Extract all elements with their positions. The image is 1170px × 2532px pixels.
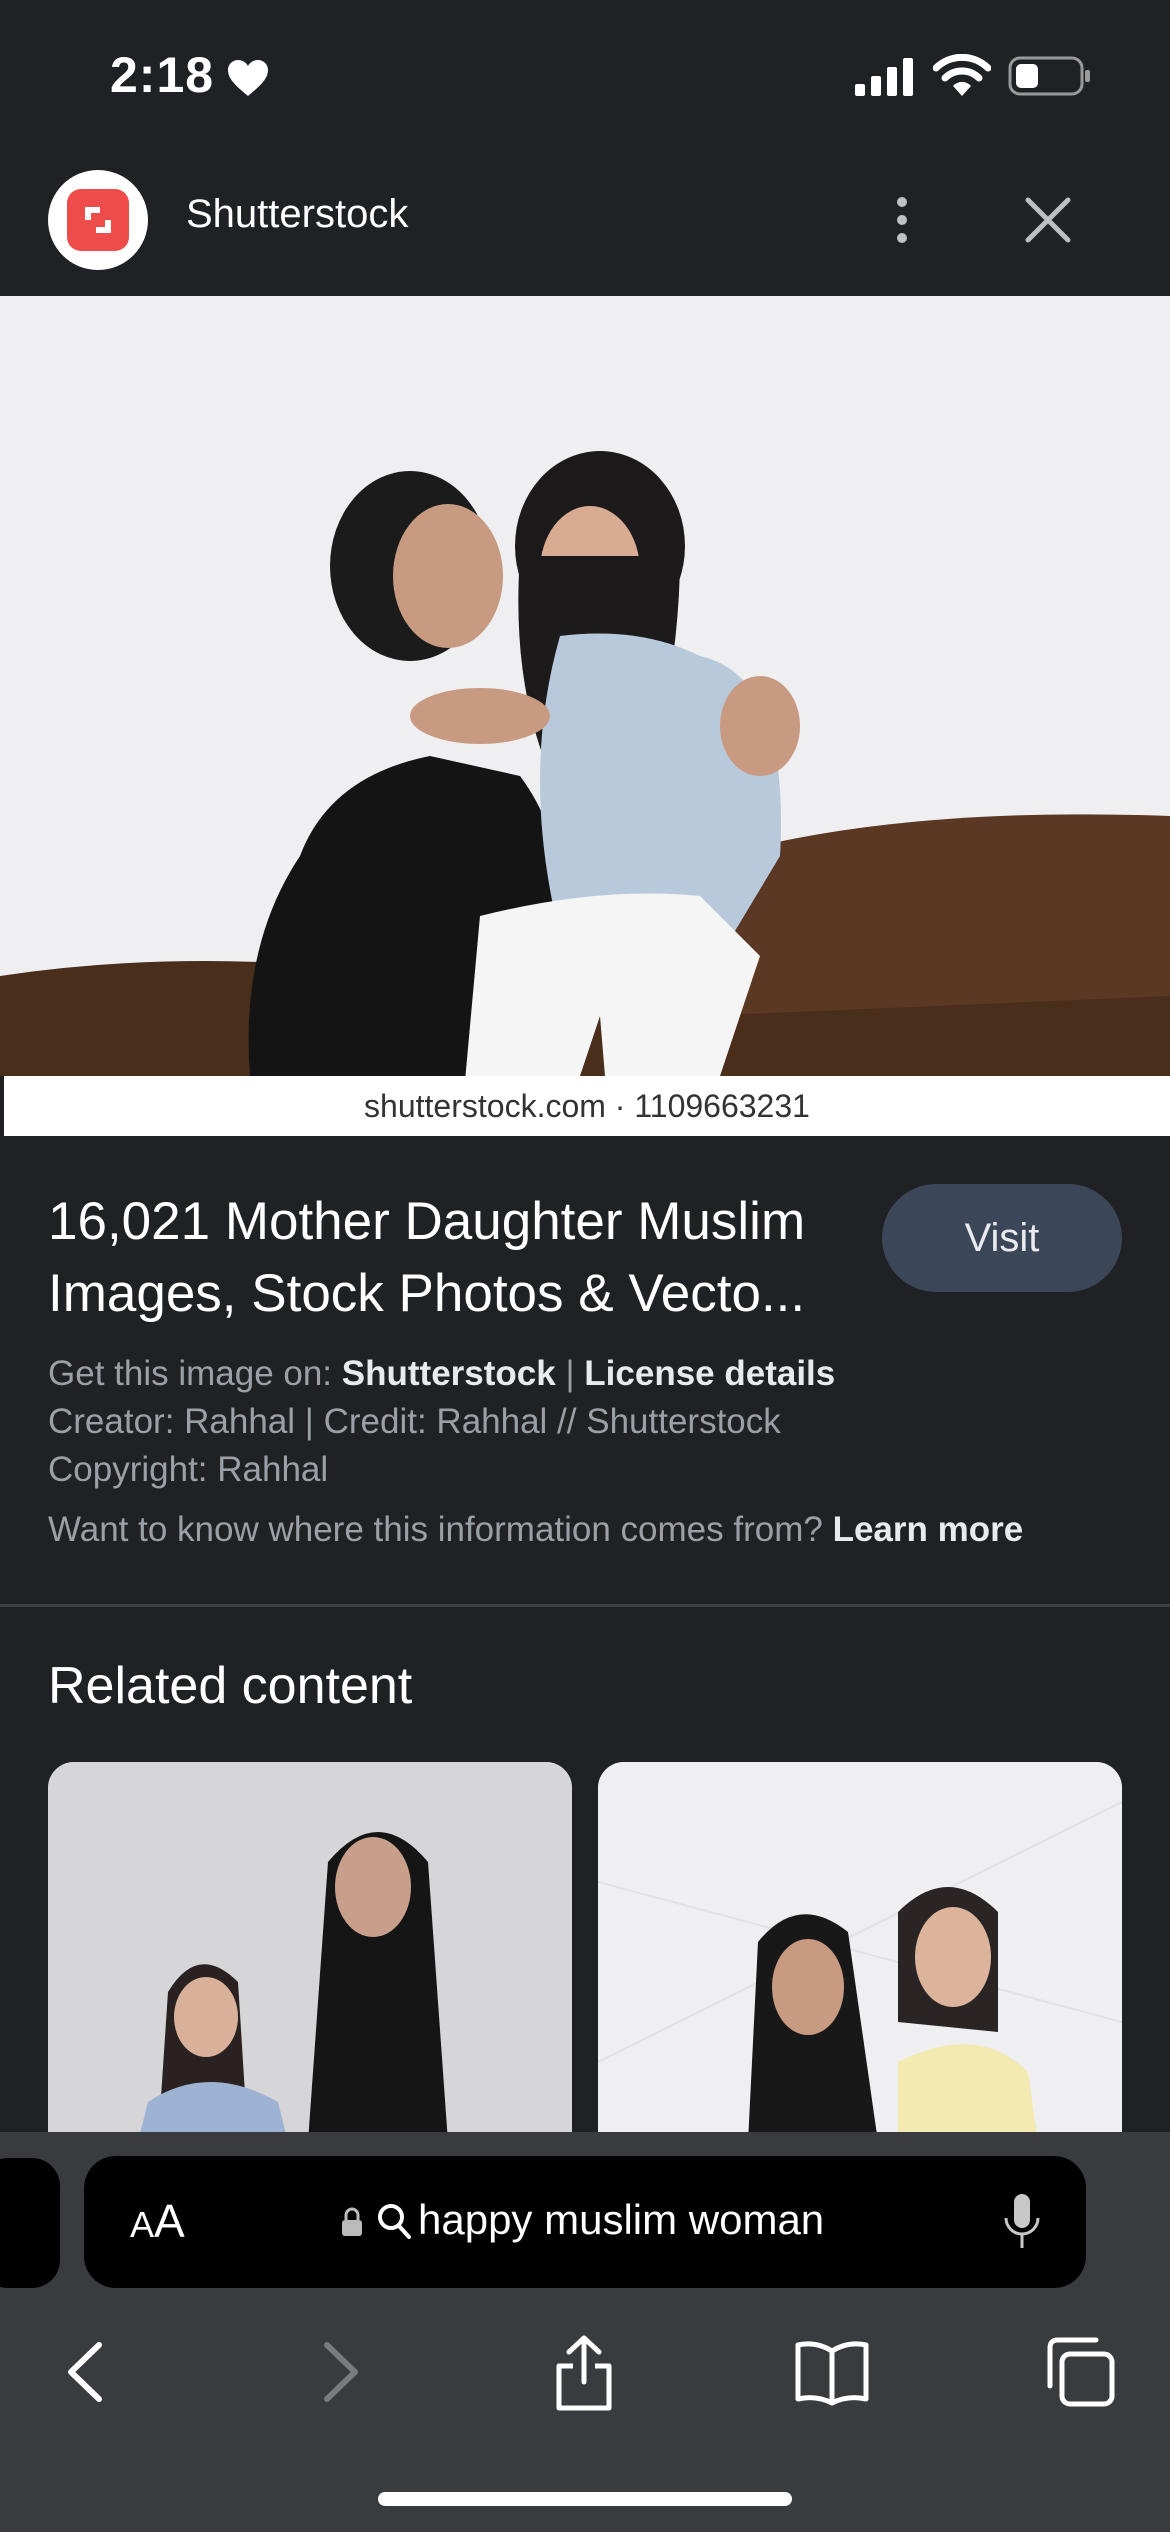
separator: | — [565, 1354, 575, 1393]
related-thumbnail[interactable] — [598, 1762, 1122, 2142]
site-name[interactable]: Shutterstock — [186, 192, 408, 237]
search-icon — [378, 2204, 411, 2239]
image-title[interactable]: 16,021 Mother Daughter Muslim Images, St… — [48, 1186, 868, 1330]
address-bar[interactable]: AA happy muslim woman — [84, 2156, 1086, 2288]
shutterstock-logo-icon — [67, 189, 129, 251]
previous-tab-peek[interactable] — [0, 2158, 60, 2288]
get-image-prefix: Get this image on: — [48, 1354, 333, 1393]
source-link[interactable]: Shutterstock — [342, 1354, 556, 1393]
microphone-icon[interactable] — [1002, 2192, 1042, 2252]
close-icon[interactable] — [1020, 190, 1076, 250]
reader-text-size-button[interactable]: AA — [130, 2194, 185, 2248]
main-image[interactable] — [0, 296, 1170, 1136]
battery-icon — [1008, 56, 1090, 96]
section-divider — [0, 1604, 1170, 1607]
share-button[interactable] — [534, 2322, 634, 2422]
learn-more-prefix: Want to know where this information come… — [48, 1510, 823, 1549]
thumbnail-photo — [598, 1762, 1122, 2142]
search-query[interactable]: happy muslim woman — [418, 2196, 824, 2244]
license-details-link[interactable]: License details — [584, 1354, 835, 1393]
thumbnail-photo — [48, 1762, 572, 2142]
viewer-header: Shutterstock — [0, 150, 1170, 296]
photo-illustration — [0, 296, 1170, 1136]
status-time: 2:18 — [110, 47, 215, 103]
safari-bottom-bar: AA happy muslim woman — [0, 2132, 1170, 2532]
share-icon — [556, 2335, 612, 2411]
related-content-heading: Related content — [48, 1657, 413, 1715]
creator-credit: Creator: Rahhal | Credit: Rahhal // Shut… — [48, 1402, 781, 1441]
site-favicon[interactable] — [48, 170, 148, 270]
back-button[interactable] — [36, 2322, 136, 2422]
more-vert-icon[interactable] — [880, 190, 924, 250]
tabs-button[interactable] — [1030, 2322, 1130, 2422]
wifi-icon — [933, 54, 991, 96]
home-indicator[interactable] — [378, 2492, 792, 2506]
image-info: 16,021 Mother Daughter Muslim Images, St… — [0, 1136, 1170, 1606]
chevron-left-icon — [68, 2342, 102, 2402]
learn-more-link[interactable]: Learn more — [833, 1510, 1024, 1549]
heart-icon — [228, 60, 268, 96]
image-watermark: shutterstock.com · 1109663231 — [0, 1076, 1170, 1136]
bookmarks-button[interactable] — [782, 2322, 882, 2422]
signal-icon — [855, 58, 913, 96]
book-icon — [795, 2341, 869, 2406]
chevron-right-icon — [324, 2342, 358, 2402]
tabs-icon — [1047, 2337, 1115, 2407]
related-thumbnail[interactable] — [48, 1762, 572, 2142]
forward-button[interactable] — [290, 2322, 390, 2422]
lock-icon — [342, 2207, 362, 2236]
image-metadata: Get this image on: Shutterstock | Licens… — [48, 1350, 1128, 1554]
visit-button[interactable]: Visit — [882, 1184, 1122, 1292]
status-bar: 2:18 — [0, 0, 1170, 150]
copyright: Copyright: Rahhal — [48, 1450, 329, 1489]
